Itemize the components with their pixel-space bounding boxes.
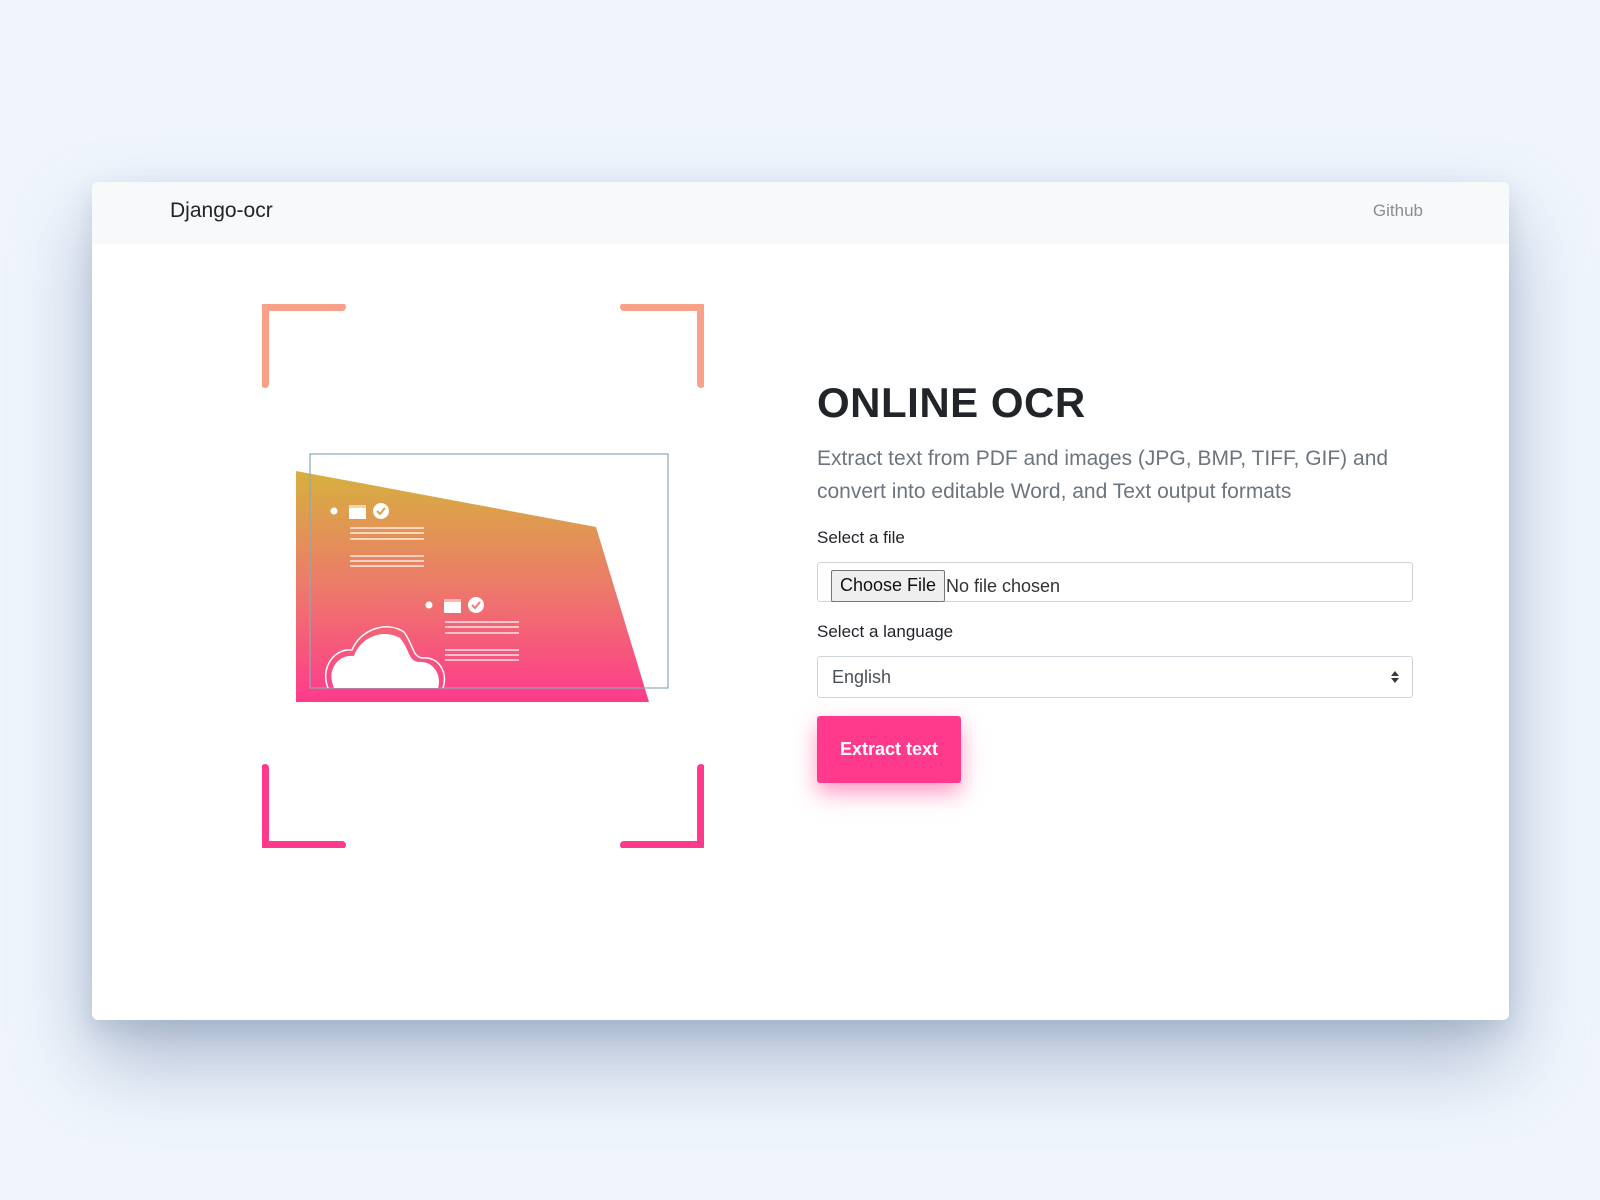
sort-arrows-icon xyxy=(1391,671,1399,683)
file-status: No file chosen xyxy=(946,576,1061,596)
document-scan-illustration-icon xyxy=(261,303,705,849)
file-label: Select a file xyxy=(817,528,905,547)
corner-bottom-left xyxy=(261,764,346,849)
brand-link[interactable]: Django-ocr xyxy=(170,199,273,223)
corner-bottom-right xyxy=(620,764,705,849)
extract-text-button[interactable]: Extract text xyxy=(817,716,961,783)
language-selected-value: English xyxy=(832,667,892,687)
github-link[interactable]: Github xyxy=(1373,201,1423,221)
language-select[interactable]: English xyxy=(817,656,1413,698)
main-content: ONLINE OCR Extract text from PDF and ima… xyxy=(817,378,1417,783)
document-shape xyxy=(296,469,696,471)
corner-top-left xyxy=(261,303,346,388)
browser-window: Django-ocr Github ONLINE OCR Extract tex… xyxy=(92,182,1509,1020)
language-label: Select a language xyxy=(817,622,954,641)
page-title: ONLINE OCR xyxy=(817,379,1086,426)
file-input[interactable]: Choose File No file chosen xyxy=(817,562,1413,602)
corner-top-right xyxy=(620,303,705,388)
navbar: Django-ocr Github xyxy=(92,182,1509,244)
choose-file-button[interactable]: Choose File xyxy=(831,570,946,602)
ocr-illustration xyxy=(261,303,705,849)
page-description: Extract text from PDF and images (JPG, B… xyxy=(817,447,1389,503)
